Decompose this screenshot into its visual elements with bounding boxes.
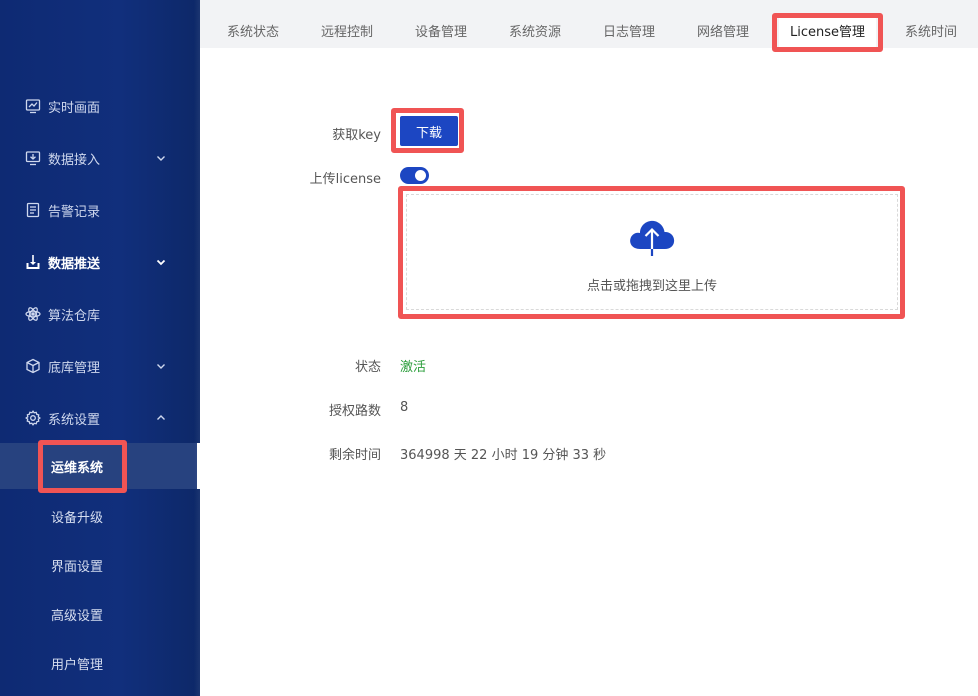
sidebar-item-label: 告警记录	[48, 204, 101, 220]
tab-system-time[interactable]: 系统时间	[905, 18, 957, 48]
sidebar-subitem-label: 设备升级	[51, 510, 104, 526]
sidebar-item-label: 算法仓库	[48, 308, 101, 324]
sidebar-subitem-label: 用户管理	[51, 657, 104, 673]
get-key-label: 获取key	[332, 128, 381, 143]
sidebar-subitem-ops-system[interactable]: 运维系统	[0, 443, 200, 489]
atom-icon	[24, 305, 42, 323]
channels-label: 授权路数	[328, 404, 381, 419]
sidebar-subitem-user-management[interactable]: 用户管理	[0, 640, 200, 686]
sidebar-subitem-label: 界面设置	[51, 559, 104, 575]
sidebar-item-label: 实时画面	[48, 100, 101, 116]
document-list-icon	[24, 201, 42, 219]
sidebar-item-base-library[interactable]: 底库管理	[0, 346, 200, 386]
monitor-chart-icon	[24, 97, 42, 115]
tab-license-management[interactable]: License管理	[779, 18, 877, 48]
tab-log-management[interactable]: 日志管理	[603, 18, 655, 48]
tab-network-management[interactable]: 网络管理	[697, 18, 749, 48]
upload-license-toggle[interactable]	[400, 167, 429, 184]
sidebar-subitem-ui-settings[interactable]: 界面设置	[0, 542, 200, 588]
sidebar-item-system-settings[interactable]: 系统设置	[0, 398, 200, 438]
channels-value: 8	[400, 400, 409, 415]
chevron-down-icon	[156, 259, 166, 266]
sidebar-subitem-advanced-settings[interactable]: 高级设置	[0, 591, 200, 637]
status-value: 激活	[400, 360, 427, 375]
remaining-time-value: 364998 天 22 小时 19 分钟 33 秒	[400, 448, 607, 463]
cube-icon	[24, 357, 42, 375]
top-strip	[200, 0, 978, 18]
toggle-knob	[415, 170, 426, 181]
tab-device-management[interactable]: 设备管理	[415, 18, 467, 48]
sidebar-item-label: 数据推送	[48, 256, 101, 272]
status-label: 状态	[354, 360, 381, 375]
sidebar-item-alarm-records[interactable]: 告警记录	[0, 190, 200, 230]
sidebar-item-label: 数据接入	[48, 152, 101, 168]
sidebar-item-algorithm-repo[interactable]: 算法仓库	[0, 294, 200, 334]
desktop-download-icon	[24, 149, 42, 167]
gear-icon	[24, 409, 42, 427]
upload-tray-icon	[24, 253, 42, 271]
tab-bar: 系统状态 远程控制 设备管理 系统资源 日志管理 网络管理 License管理 …	[200, 18, 978, 48]
dropzone-hint: 点击或拖拽到这里上传	[586, 279, 717, 294]
chevron-down-icon	[157, 364, 165, 369]
remaining-time-label: 剩余时间	[328, 448, 381, 463]
upload-dropzone[interactable]: 点击或拖拽到这里上传	[406, 194, 898, 310]
chevron-up-icon	[157, 415, 165, 420]
chevron-down-icon	[157, 156, 165, 161]
download-button[interactable]: 下载	[400, 116, 458, 146]
upload-license-label: 上传license	[309, 172, 381, 187]
tab-system-resources[interactable]: 系统资源	[509, 18, 561, 48]
sidebar-subitem-device-upgrade[interactable]: 设备升级	[0, 493, 200, 539]
sidebar: 实时画面 数据接入 告警记录 数据推送 算法仓库 底库管理 系统设置 运维系统 …	[0, 0, 200, 696]
sidebar-item-data-access[interactable]: 数据接入	[0, 138, 200, 178]
sidebar-subitem-label: 高级设置	[51, 608, 104, 624]
sidebar-subitem-label: 运维系统	[51, 460, 104, 476]
sidebar-item-data-push[interactable]: 数据推送	[0, 242, 200, 282]
cloud-upload-icon	[630, 220, 675, 256]
tab-system-status[interactable]: 系统状态	[227, 18, 279, 48]
sidebar-item-label: 底库管理	[48, 360, 101, 376]
sidebar-item-label: 系统设置	[48, 412, 101, 428]
sidebar-item-realtime[interactable]: 实时画面	[0, 86, 200, 126]
tab-remote-control[interactable]: 远程控制	[321, 18, 373, 48]
